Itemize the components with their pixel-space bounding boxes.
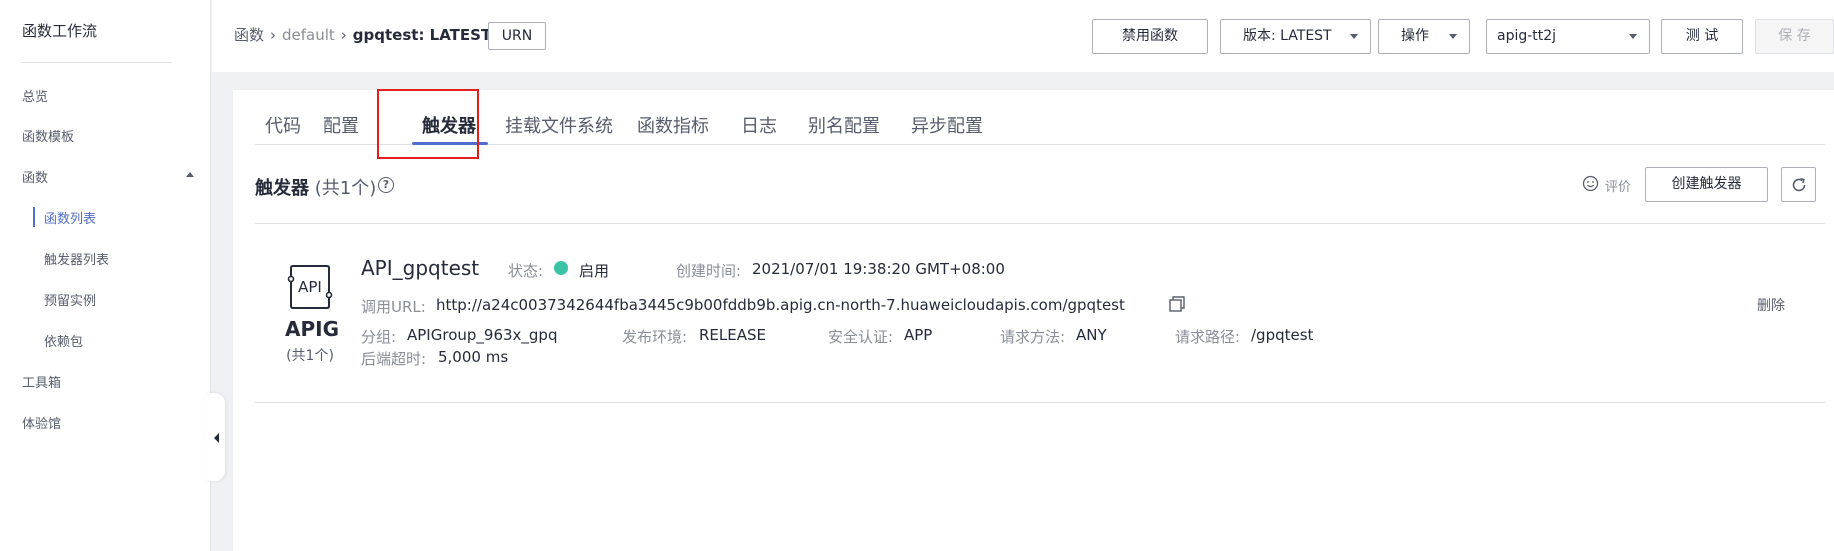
path-label: 请求路径: <box>1175 328 1241 346</box>
trigger-type-label: APIG <box>285 317 339 341</box>
chevron-down-icon <box>1449 34 1457 39</box>
status-label: 状态: <box>508 262 544 280</box>
status-dot-icon <box>554 261 568 275</box>
tab-async-config[interactable]: 异步配置 <box>911 112 983 138</box>
trigger-divider <box>255 402 1825 403</box>
chevron-down-icon <box>1350 34 1358 39</box>
chevron-left-icon <box>214 433 219 443</box>
section-title: 触发器 (共1个) <box>255 174 376 200</box>
status-value: 启用 <box>579 262 610 280</box>
version-dropdown-label: 版本: LATEST <box>1243 28 1332 44</box>
section-title-text: 触发器 <box>255 178 309 199</box>
method-value: ANY <box>1076 326 1107 344</box>
url-label: 调用URL: <box>361 298 426 316</box>
test-event-select[interactable]: apig-tt2j <box>1486 19 1650 54</box>
smile-icon[interactable] <box>1582 175 1599 192</box>
breadcrumb-separator-icon: › <box>340 25 347 44</box>
chevron-down-icon <box>1629 34 1637 39</box>
timeout-value: 5,000 ms <box>438 348 509 366</box>
help-icon[interactable]: ? <box>378 177 394 193</box>
sidebar: 函数工作流 总览 函数模板 函数 函数列表 触发器列表 预留实例 依赖包 工具箱… <box>0 0 211 551</box>
tab-code[interactable]: 代码 <box>265 112 301 138</box>
sidebar-item-function-list[interactable]: 函数列表 <box>44 208 96 227</box>
sidebar-item-toolbox[interactable]: 工具箱 <box>22 372 61 391</box>
sidebar-item-dependencies[interactable]: 依赖包 <box>44 331 83 350</box>
section-count: (共1个) <box>314 178 377 199</box>
rate-link[interactable]: 评价 <box>1605 176 1631 195</box>
refresh-icon <box>1792 178 1806 192</box>
disable-function-button[interactable]: 禁用函数 <box>1092 19 1208 54</box>
operations-dropdown-label: 操作 <box>1401 28 1429 44</box>
sidebar-item-functions[interactable]: 函数 <box>22 167 48 186</box>
sidebar-item-trigger-list[interactable]: 触发器列表 <box>44 249 109 268</box>
sidebar-item-overview[interactable]: 总览 <box>22 86 48 105</box>
tab-logs[interactable]: 日志 <box>741 112 777 138</box>
created-time-value: 2021/07/01 19:38:20 GMT+08:00 <box>752 260 1005 278</box>
page-header: 函数 › default › gpqtest: LATEST URN 禁用函数 … <box>212 0 1834 72</box>
tab-config[interactable]: 配置 <box>323 112 359 138</box>
method-label: 请求方法: <box>1000 328 1066 346</box>
api-logo-text: API <box>298 278 322 296</box>
url-value: http://a24c0037342644fba3445c9b00fddb9b.… <box>436 296 1125 314</box>
trigger-type-count: (共1个) <box>286 348 334 364</box>
chevron-up-icon[interactable] <box>186 172 194 177</box>
path-value: /gpqtest <box>1251 326 1314 344</box>
tab-bar: 代码 配置 触发器 挂载文件系统 函数指标 日志 别名配置 异步配置 <box>255 90 1825 145</box>
main-content: 代码 配置 触发器 挂载文件系统 函数指标 日志 别名配置 异步配置 触发器 (… <box>233 89 1834 551</box>
sidebar-item-reserved-instances[interactable]: 预留实例 <box>44 290 96 309</box>
sidebar-active-indicator <box>33 207 35 227</box>
save-button[interactable]: 保 存 <box>1755 19 1834 54</box>
auth-value: APP <box>904 326 933 344</box>
breadcrumb-namespace[interactable]: default <box>282 26 335 44</box>
trigger-name: API_gpqtest <box>361 256 480 280</box>
urn-button[interactable]: URN <box>488 22 546 50</box>
test-event-select-value: apig-tt2j <box>1497 28 1557 44</box>
section-divider <box>255 223 1825 224</box>
version-dropdown[interactable]: 版本: LATEST <box>1220 19 1371 54</box>
breadcrumb-root[interactable]: 函数 <box>234 24 264 45</box>
api-logo-icon: API <box>287 265 333 309</box>
breadcrumb-current: gpqtest: LATEST <box>352 25 492 44</box>
sidebar-title: 函数工作流 <box>22 22 98 40</box>
operations-dropdown[interactable]: 操作 <box>1378 19 1470 54</box>
sidebar-item-templates[interactable]: 函数模板 <box>22 126 74 145</box>
breadcrumb: 函数 › default › gpqtest: LATEST <box>234 24 491 45</box>
test-button[interactable]: 测 试 <box>1661 19 1743 54</box>
sidebar-divider <box>22 62 172 63</box>
copy-icon[interactable] <box>1168 295 1186 313</box>
sidebar-item-experience[interactable]: 体验馆 <box>22 413 61 432</box>
sidebar-collapse-handle[interactable] <box>205 393 225 481</box>
env-label: 发布环境: <box>622 328 688 346</box>
created-time-label: 创建时间: <box>676 262 742 280</box>
breadcrumb-separator-icon: › <box>270 25 277 44</box>
tab-mount-filesystem[interactable]: 挂载文件系统 <box>505 112 613 138</box>
env-value: RELEASE <box>699 326 766 344</box>
refresh-button[interactable] <box>1781 167 1816 202</box>
create-trigger-button[interactable]: 创建触发器 <box>1645 167 1768 202</box>
timeout-label: 后端超时: <box>361 350 427 368</box>
auth-label: 安全认证: <box>828 328 894 346</box>
highlight-box <box>377 89 479 159</box>
group-value: APIGroup_963x_gpq <box>407 326 558 344</box>
tab-alias-config[interactable]: 别名配置 <box>808 112 880 138</box>
delete-trigger-link[interactable]: 删除 <box>1757 295 1785 315</box>
group-label: 分组: <box>361 328 397 346</box>
tab-metrics[interactable]: 函数指标 <box>637 112 709 138</box>
